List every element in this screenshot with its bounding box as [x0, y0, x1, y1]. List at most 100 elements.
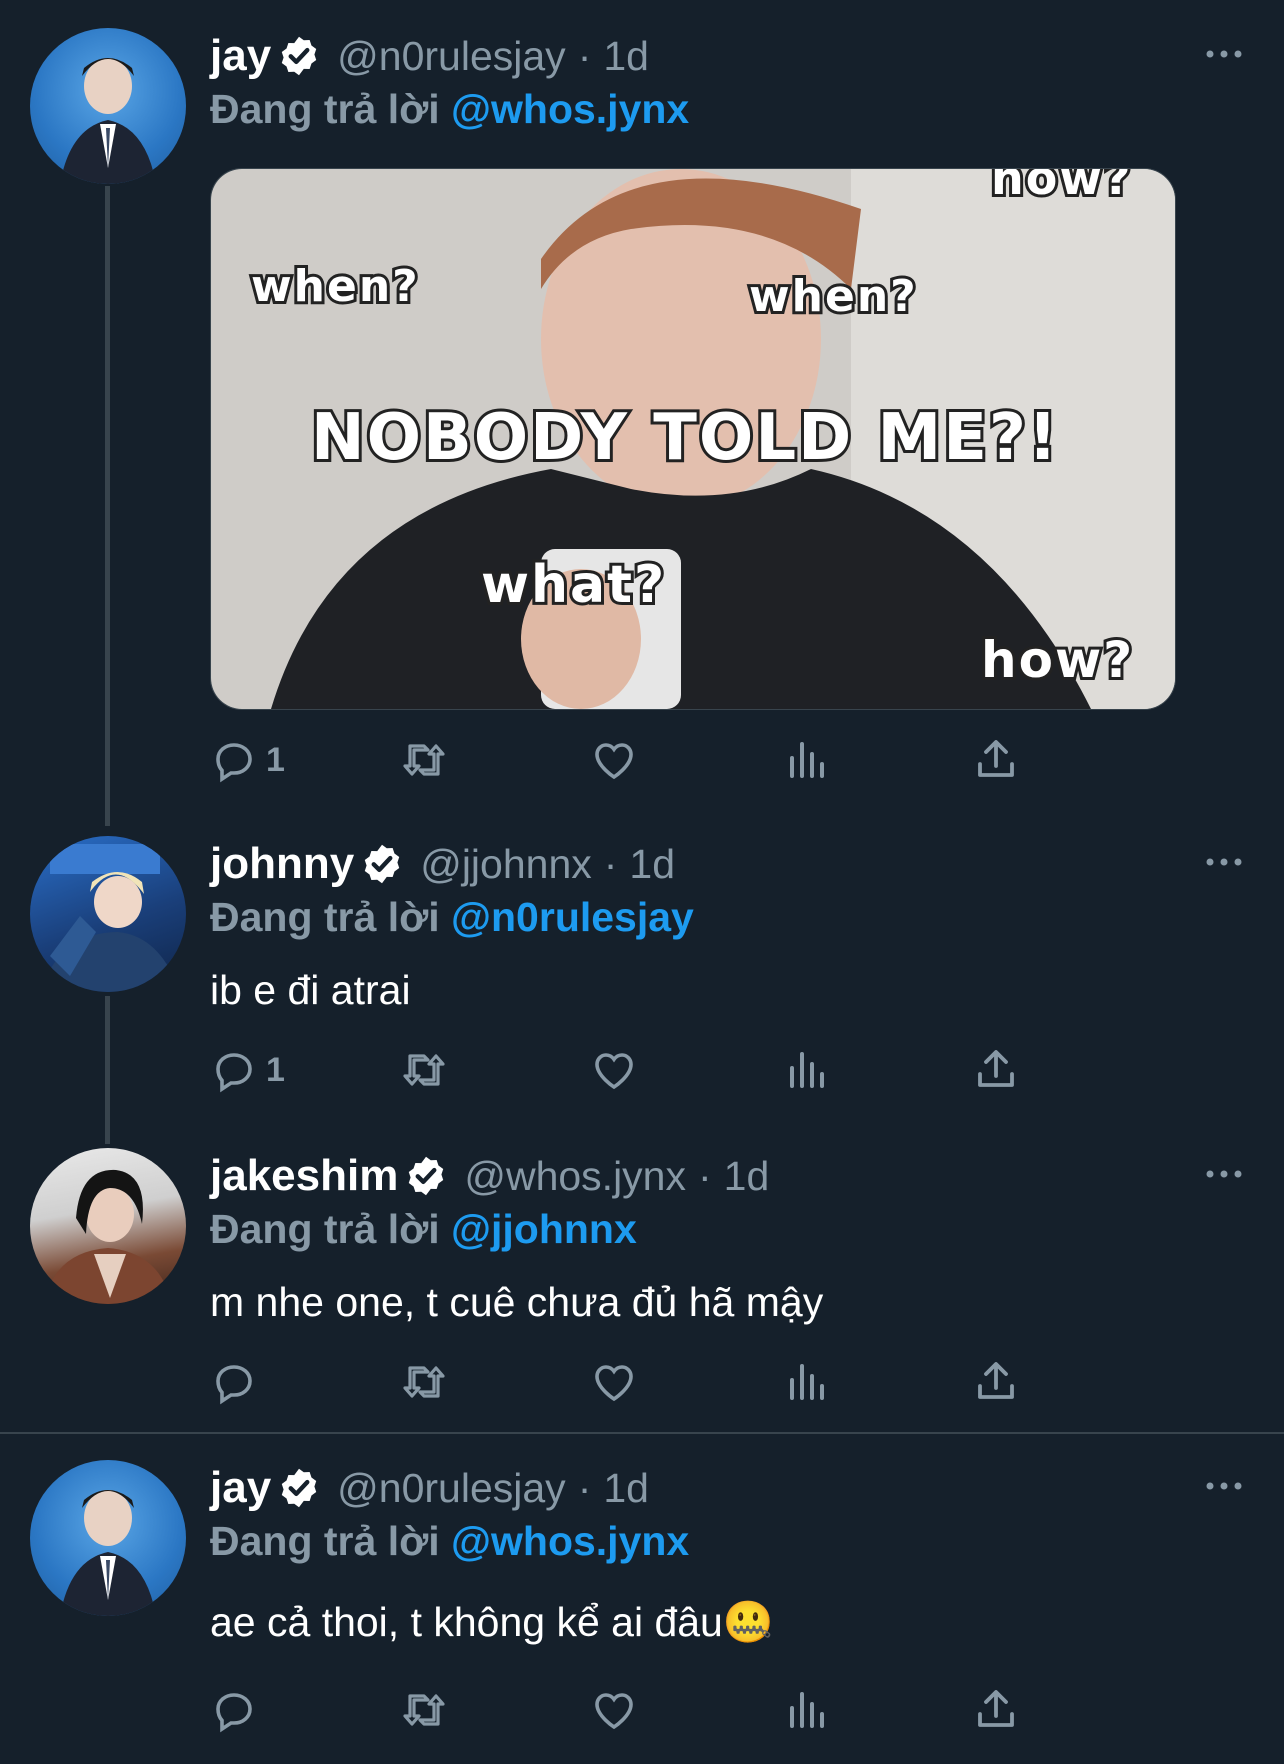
timestamp[interactable]: 1d	[603, 33, 649, 80]
reply-to-link[interactable]: @whos.jynx	[451, 86, 689, 132]
verified-icon	[409, 1156, 444, 1196]
separator: ·	[603, 840, 618, 887]
handle[interactable]: @jjohnnx	[420, 841, 592, 888]
share-button[interactable]	[972, 736, 1020, 784]
reply-count: 1	[266, 740, 285, 779]
share-button[interactable]	[972, 1046, 1020, 1094]
display-name[interactable]: jay	[210, 31, 271, 81]
tweet-actions	[210, 1682, 1110, 1738]
like-icon	[595, 1053, 633, 1090]
views-icon	[790, 742, 824, 778]
reply-icon	[216, 1053, 252, 1093]
reply-button[interactable]	[210, 1686, 266, 1734]
views-button[interactable]	[782, 1358, 830, 1406]
tweet-text: m nhe one, t cuê chưa đủ hã mậy	[210, 1279, 824, 1325]
display-name[interactable]: jakeshim	[210, 1151, 398, 1201]
tweet-actions	[210, 1354, 1110, 1410]
meme-caption: NOBODY TOLD ME?!	[308, 398, 1060, 478]
reply-button[interactable]: 1	[210, 736, 285, 784]
like-icon	[595, 743, 633, 780]
reply-count: 1	[266, 1050, 285, 1089]
meme-caption: when?	[746, 268, 919, 325]
retweet-button[interactable]	[400, 1358, 448, 1406]
reply-prefix: Đang trả lời	[210, 1518, 440, 1564]
like-button[interactable]	[590, 1686, 638, 1734]
share-icon	[978, 1690, 1014, 1727]
retweet-icon	[403, 1694, 445, 1726]
handle[interactable]: @n0rulesjay	[337, 1465, 566, 1512]
divider	[0, 1432, 1284, 1434]
like-button[interactable]	[590, 1046, 638, 1094]
like-icon	[595, 1365, 633, 1402]
reply-to-link[interactable]: @jjohnnx	[451, 1206, 637, 1252]
tweet-actions: 1	[210, 732, 1110, 788]
replying-to: Đang trả lời @jjohnnx	[210, 1204, 1254, 1254]
handle[interactable]: @n0rulesjay	[337, 33, 566, 80]
views-button[interactable]	[782, 1046, 830, 1094]
avatar-image	[60, 58, 156, 184]
views-button[interactable]	[782, 1686, 830, 1734]
separator: ·	[577, 32, 592, 79]
replying-to: Đang trả lời @n0rulesjay	[210, 892, 1254, 942]
views-icon	[790, 1692, 824, 1728]
retweet-icon	[403, 1054, 445, 1086]
share-button[interactable]	[972, 1358, 1020, 1406]
like-button[interactable]	[590, 1358, 638, 1406]
tweet-text: ae cả thoi, t không kể ai đâu🤐	[210, 1599, 774, 1645]
retweet-icon	[403, 744, 445, 776]
more-icon[interactable]	[1204, 1162, 1244, 1186]
display-name[interactable]: johnny	[210, 839, 354, 889]
reply-to-link[interactable]: @n0rulesjay	[451, 894, 694, 940]
retweet-icon	[403, 1366, 445, 1398]
like-icon	[595, 1693, 633, 1730]
avatar-image	[40, 844, 180, 992]
avatar[interactable]	[30, 28, 186, 184]
thread-line	[105, 186, 110, 826]
retweet-button[interactable]	[400, 1046, 448, 1094]
display-name[interactable]: jay	[210, 1463, 271, 1513]
verified-icon	[281, 36, 317, 76]
views-button[interactable]	[782, 736, 830, 784]
reply-button[interactable]: 1	[210, 1046, 285, 1094]
avatar-image	[60, 1490, 156, 1616]
meme-caption: when?	[248, 258, 421, 315]
avatar[interactable]	[30, 1460, 186, 1616]
replying-to: Đang trả lời @whos.jynx	[210, 1516, 1254, 1566]
reply-prefix: Đang trả lời	[210, 894, 440, 940]
reply-button[interactable]	[210, 1358, 266, 1406]
share-icon	[978, 1362, 1014, 1399]
reply-prefix: Đang trả lời	[210, 1206, 440, 1252]
more-icon[interactable]	[1204, 42, 1244, 66]
more-icon[interactable]	[1204, 1474, 1244, 1498]
tweet-actions: 1	[210, 1042, 1110, 1098]
tweet-media[interactable]: now? when? when? NOBODY TOLD ME?! what? …	[210, 168, 1176, 710]
timestamp[interactable]: 1d	[603, 1465, 649, 1512]
timestamp[interactable]: 1d	[724, 1153, 770, 1200]
handle[interactable]: @whos.jynx	[464, 1153, 686, 1200]
like-button[interactable]	[590, 736, 638, 784]
views-icon	[790, 1052, 824, 1088]
avatar-image	[44, 1169, 172, 1304]
avatar[interactable]	[30, 836, 186, 992]
meme-caption: how?	[978, 628, 1135, 692]
share-button[interactable]	[972, 1686, 1020, 1734]
replying-to: Đang trả lời @whos.jynx	[210, 84, 1254, 134]
reply-icon	[216, 743, 252, 783]
avatar[interactable]	[30, 1148, 186, 1304]
timestamp[interactable]: 1d	[629, 841, 675, 888]
tweet-text: ib e đi atrai	[210, 967, 411, 1013]
meme-caption: now?	[988, 168, 1134, 208]
reply-to-link[interactable]: @whos.jynx	[451, 1518, 689, 1564]
retweet-button[interactable]	[400, 736, 448, 784]
thread-line	[105, 996, 110, 1144]
meme-caption: what?	[478, 552, 667, 618]
retweet-button[interactable]	[400, 1686, 448, 1734]
reply-icon	[216, 1365, 252, 1405]
reply-prefix: Đang trả lời	[210, 86, 440, 132]
share-icon	[978, 1050, 1014, 1087]
more-icon[interactable]	[1204, 850, 1244, 874]
separator: ·	[697, 1152, 712, 1199]
verified-icon	[281, 1468, 317, 1508]
separator: ·	[577, 1464, 592, 1511]
views-icon	[790, 1364, 824, 1400]
